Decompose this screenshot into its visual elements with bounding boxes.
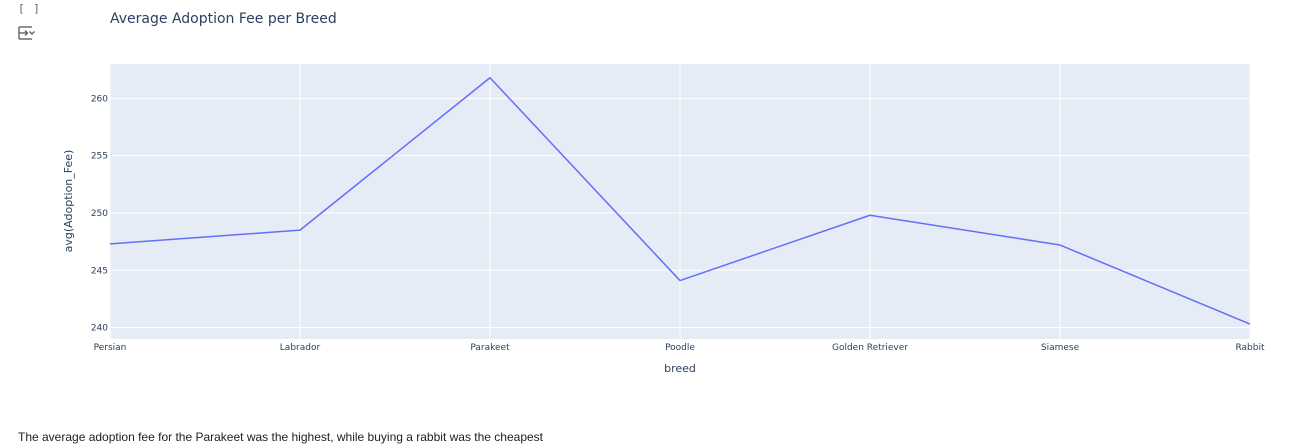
y-tick-label: 255 [91,152,108,162]
chart-title: Average Adoption Fee per Breed [110,11,337,27]
y-axis-title: avg(Adoption_Fee) [62,150,75,253]
x-axis-ticks: Persian Labrador Parakeet Poodle Golden Retr… [94,343,1265,353]
data-point-persian[interactable] [104,238,116,250]
x-tick-label: Rabbit [1235,343,1264,353]
data-point-labrador[interactable] [294,224,306,236]
x-tick-label: Golden Retriever [832,343,908,353]
x-axis-title: breed [664,362,696,375]
data-point-golden-retriever[interactable] [864,209,876,221]
x-tick-label: Persian [94,343,127,353]
y-tick-label: 250 [91,209,108,219]
x-tick-label: Siamese [1041,343,1080,353]
y-tick-label: 260 [91,94,108,104]
y-axis-ticks: 240 245 250 255 260 [91,94,108,333]
y-tick-label: 240 [91,324,108,334]
x-tick-label: Poodle [665,343,695,353]
data-point-rabbit[interactable] [1244,318,1256,330]
data-point-siamese[interactable] [1054,239,1066,251]
y-tick-label: 245 [91,266,108,276]
data-point-parakeet[interactable] [484,72,496,84]
line-chart: Average Adoption Fee per Breed 240 245 250… [62,11,1265,375]
x-tick-label: Parakeet [470,343,510,353]
x-tick-label: Labrador [280,343,321,353]
summary-caption: The average adoption fee for the Parakee… [18,430,543,444]
data-point-poodle[interactable] [674,275,686,287]
